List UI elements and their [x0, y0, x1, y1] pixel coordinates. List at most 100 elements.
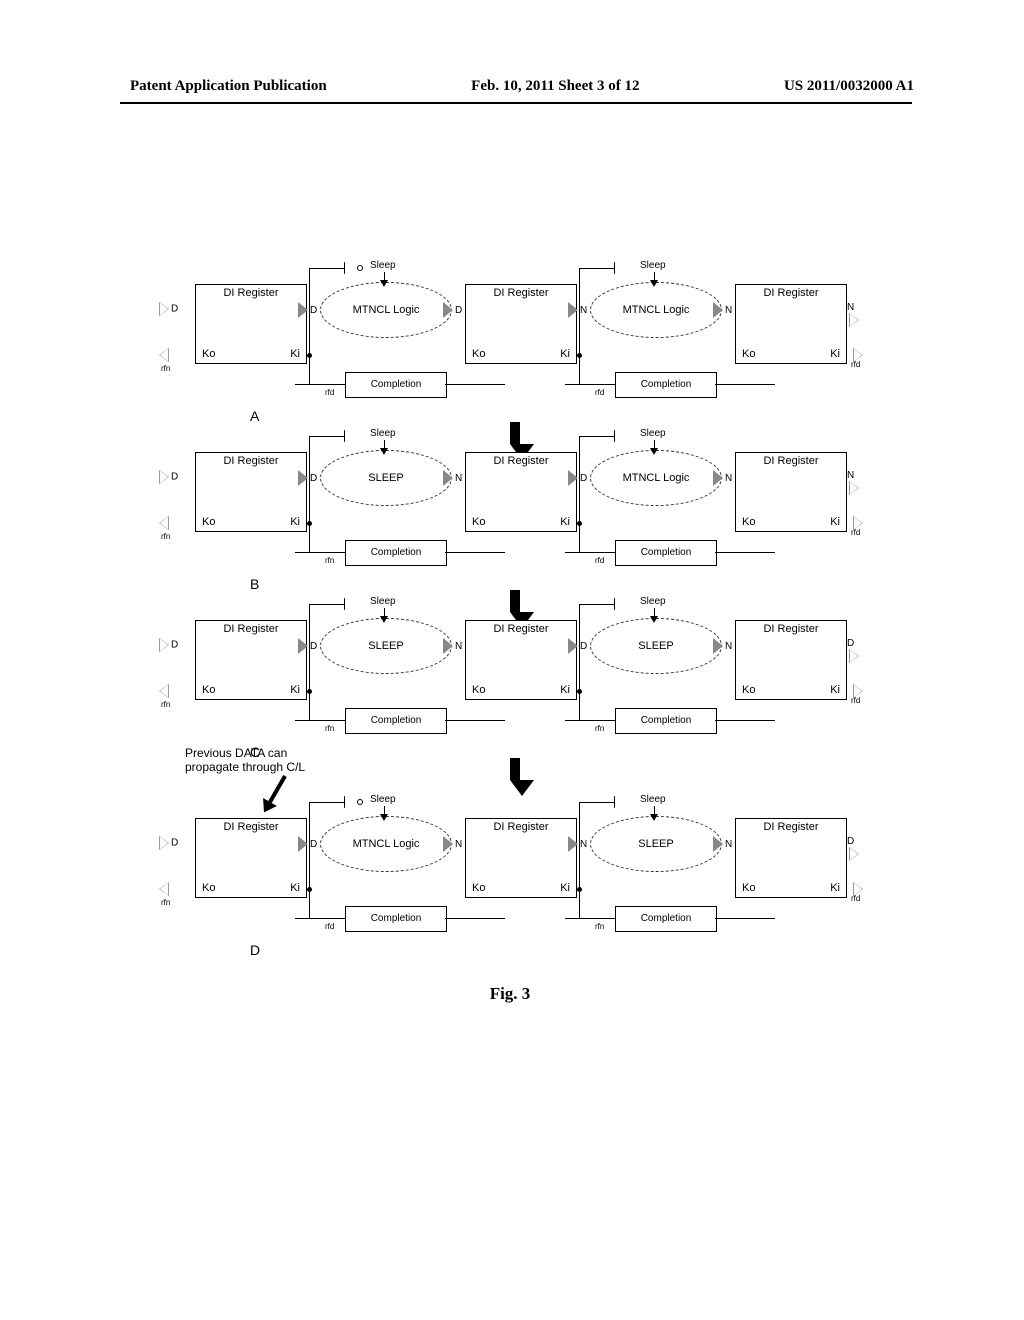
panel-letter: B [250, 576, 259, 592]
wire [579, 436, 580, 521]
port-label: D [310, 839, 317, 850]
port-label: N [455, 641, 462, 652]
left-ack-label: rfn [161, 700, 170, 709]
mtncl-logic-block: MTNCL Logic [320, 816, 452, 872]
left-ack-output [159, 348, 171, 362]
wire [295, 384, 345, 385]
data-port-left: N [580, 838, 587, 849]
completion-block: Completion [345, 906, 447, 932]
port-label: D [310, 641, 317, 652]
buffer-icon [615, 796, 627, 808]
wire [715, 552, 775, 553]
data-port-right: N [725, 838, 732, 849]
port-label: N [455, 839, 462, 850]
sleep-signal-label: Sleep [640, 260, 666, 271]
sleep-logic-block: SLEEP [590, 816, 722, 872]
port-label: N [580, 305, 587, 316]
left-ack-output [159, 882, 171, 896]
header-left: Patent Application Publication [130, 78, 327, 95]
wire [715, 918, 775, 919]
arrow-down-icon [650, 616, 658, 623]
ko-label: Ko [202, 348, 215, 360]
wire [309, 604, 310, 689]
port-label: N [725, 641, 732, 652]
register-title: DI Register [196, 821, 306, 833]
wire [295, 720, 345, 721]
ki-label: Ki [830, 516, 840, 528]
sleep-logic-block: SLEEP [590, 618, 722, 674]
ko-label: Ko [742, 684, 755, 696]
wire [309, 268, 310, 353]
sleep-signal-label: Sleep [370, 428, 396, 439]
ko-label: Ko [472, 516, 485, 528]
port-label: D [847, 836, 854, 847]
wire [309, 691, 310, 721]
ko-label: Ko [202, 882, 215, 894]
page: Patent Application Publication Feb. 10, … [0, 0, 1024, 1320]
completion-ack-label: rfd [325, 922, 334, 931]
wire [579, 691, 580, 721]
wire [579, 802, 615, 803]
di-register: DI RegisterKoKi [195, 452, 307, 532]
ko-label: Ko [472, 882, 485, 894]
buffer-icon [615, 262, 627, 274]
wire [565, 384, 615, 385]
port-label: N [725, 473, 732, 484]
ko-label: Ko [742, 516, 755, 528]
di-register: DI RegisterKoKi [465, 818, 577, 898]
wire [579, 604, 615, 605]
sleep-signal-label: Sleep [640, 794, 666, 805]
wire [565, 552, 615, 553]
data-port-left: D [310, 304, 317, 315]
di-register: DI RegisterKoKi [195, 620, 307, 700]
wire [565, 720, 615, 721]
completion-ack-label: rfd [595, 388, 604, 397]
wire [309, 436, 345, 437]
completion-block: Completion [615, 906, 717, 932]
port-label: D [171, 304, 178, 315]
port-label: D [171, 472, 178, 483]
right-ack-input [853, 348, 865, 362]
completion-ack-label: rfn [595, 922, 604, 931]
di-register: DI RegisterKoKi [735, 620, 847, 700]
register-title: DI Register [466, 623, 576, 635]
ki-label: Ki [560, 882, 570, 894]
arrow-down-icon [380, 616, 388, 623]
wire [579, 802, 580, 887]
register-title: DI Register [736, 623, 846, 635]
right-ack-input [853, 684, 865, 698]
wire [295, 552, 345, 553]
data-port-right: N [455, 838, 462, 849]
sleep-signal-label: Sleep [370, 596, 396, 607]
panel-letter: D [250, 942, 260, 958]
arrow-down-icon [650, 280, 658, 287]
port-label: D [171, 640, 178, 651]
wire [579, 436, 615, 437]
register-title: DI Register [736, 821, 846, 833]
port-label: N [847, 470, 854, 481]
port-label: D [847, 638, 854, 649]
port-label: N [580, 839, 587, 850]
port-label: N [725, 305, 732, 316]
di-register: DI Register Ko Ki [465, 452, 577, 532]
sleep-signal-label: Sleep [370, 260, 396, 271]
ki-label: Ki [560, 516, 570, 528]
wire [579, 355, 580, 385]
completion-block: Completion [615, 708, 717, 734]
mtncl-logic-block: MTNCL Logic [320, 282, 452, 338]
sleep-logic-block: SLEEP [320, 618, 452, 674]
register-title: DI Register [466, 455, 576, 467]
completion-ack-label: rfd [325, 388, 334, 397]
ko-label: Ko [202, 684, 215, 696]
completion-ack-label: rfd [595, 556, 604, 565]
wire [579, 523, 580, 553]
wire [565, 918, 615, 919]
sleep-signal-label: Sleep [640, 596, 666, 607]
ko-label: Ko [742, 882, 755, 894]
left-ack-output [159, 516, 171, 530]
ko-label: Ko [472, 348, 485, 360]
ki-label: Ki [290, 516, 300, 528]
pipeline-panel-d: Drfn Drfd DI Register Ko Ki MTNCL Logic Sleep D… [155, 794, 865, 964]
wire [309, 523, 310, 553]
port-label: D [171, 838, 178, 849]
